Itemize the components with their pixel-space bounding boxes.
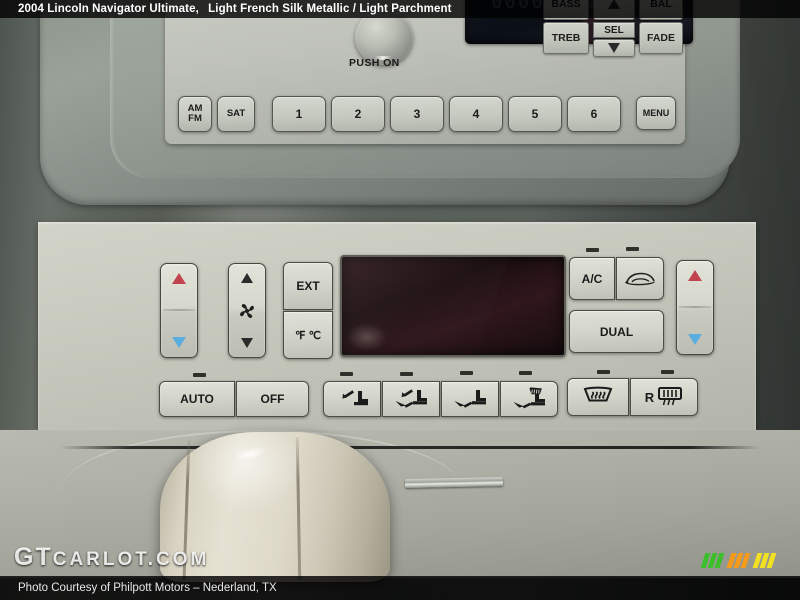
preset-5-button[interactable]: 5 — [508, 96, 562, 132]
recirculation-button[interactable] — [616, 257, 664, 300]
preset-2-button[interactable]: 2 — [331, 96, 385, 132]
preset-4-label: 4 — [472, 107, 480, 121]
mode-floor-defrost-indicator-led — [519, 371, 532, 375]
fm-label: FM — [188, 113, 202, 124]
vent-floor-icon — [454, 390, 486, 408]
sat-label: SAT — [226, 108, 246, 119]
preset-2-label: 2 — [354, 107, 362, 121]
radio-preset-row: AM FM SAT 1 2 3 4 5 6 MENU — [178, 96, 676, 132]
temperature-up-arrow-icon — [172, 273, 186, 284]
mode-face-button[interactable] — [323, 381, 381, 417]
color-bar-group-yellow — [752, 553, 777, 568]
triangle-down-icon — [608, 43, 620, 53]
ext-button-label: EXT — [296, 279, 320, 293]
photo-credit-text: Photo Courtesy of Philpott Motors – Nede… — [18, 582, 277, 594]
console-seam — [60, 446, 760, 449]
treble-button-label: TREB — [551, 32, 581, 44]
rocker-divider — [679, 305, 711, 308]
satellite-button[interactable]: SAT — [217, 96, 255, 132]
ac-button-label: A/C — [581, 271, 603, 286]
temperature-units-button[interactable]: ℉ ℃ — [283, 311, 333, 359]
fan-icon — [240, 303, 254, 318]
recirc-indicator-led — [626, 247, 639, 251]
am-fm-button[interactable]: AM FM — [178, 96, 212, 132]
mode-bilevel-button[interactable] — [382, 381, 440, 417]
rear-defrost-icon — [658, 387, 683, 406]
off-button[interactable]: OFF — [236, 381, 309, 417]
vehicle-model-title: 2004 Lincoln Navigator Ultimate, — [18, 3, 199, 15]
units-button-label: ℉ ℃ — [295, 329, 321, 342]
color-calibration-bars — [700, 553, 777, 568]
preset-5-label: 5 — [531, 107, 539, 121]
mode-bilevel-indicator-led — [400, 372, 413, 376]
vent-floor-defrost-icon — [513, 387, 545, 409]
preset-3-label: 3 — [413, 107, 421, 121]
mode-face-indicator-led — [340, 372, 353, 376]
preset-4-button[interactable]: 4 — [449, 96, 503, 132]
fade-button[interactable]: FADE — [639, 22, 683, 54]
vent-bilevel-icon — [395, 389, 427, 408]
climate-display-reflection — [347, 323, 387, 351]
preset-6-button[interactable]: 6 — [567, 96, 621, 132]
dual-zone-button[interactable]: DUAL — [569, 310, 664, 353]
vent-face-icon — [342, 390, 368, 406]
mode-floor-button[interactable] — [441, 381, 499, 417]
climate-display — [340, 255, 566, 357]
preset-3-button[interactable]: 3 — [390, 96, 444, 132]
watermark-primary: GT — [14, 543, 53, 571]
passenger-temperature-rocker[interactable] — [676, 260, 714, 355]
rear-defrost-button[interactable]: R — [630, 378, 698, 416]
gtcarlot-watermark: GTCARLOT.COM — [14, 543, 209, 572]
temperature-down-arrow-icon — [172, 337, 186, 348]
fan-speed-rocker[interactable] — [228, 263, 266, 358]
rear-defrost-indicator-led — [661, 370, 674, 374]
fade-button-label: FADE — [646, 32, 675, 44]
front-defrost-indicator-led — [597, 370, 610, 374]
rear-defrost-label: R — [644, 389, 655, 405]
rocker-divider — [163, 308, 195, 311]
ac-button[interactable]: A/C — [569, 257, 615, 300]
vehicle-color-title: Light French Silk Metallic / Light Parch… — [208, 3, 452, 15]
auto-button-label: AUTO — [180, 392, 214, 406]
recirculation-icon — [624, 272, 655, 285]
off-button-label: OFF — [260, 392, 285, 406]
windshield-defrost-icon — [583, 386, 613, 402]
color-bar-group-green — [700, 553, 725, 568]
watermark-secondary: CARLOT.COM — [52, 549, 210, 570]
photo-credit-bar: Photo Courtesy of Philpott Motors – Nede… — [0, 576, 800, 600]
select-button-label: SEL — [604, 24, 624, 36]
dual-button-label: DUAL — [599, 324, 634, 339]
title-bar: 2004 Lincoln Navigator Ultimate, Light F… — [0, 0, 800, 18]
dashboard-photo: PUSH ON ד0ּ0 000000 BASS TREB SEL — [0, 0, 800, 600]
temperature-down-arrow-icon — [688, 334, 702, 345]
mode-floor-defrost-button[interactable] — [500, 381, 558, 417]
select-label: SEL — [593, 22, 635, 38]
push-on-label: PUSH ON — [349, 57, 400, 69]
color-bar-group-orange — [726, 553, 751, 568]
driver-temperature-rocker[interactable] — [160, 263, 198, 358]
menu-button-label: MENU — [642, 108, 670, 118]
preset-6-label: 6 — [590, 107, 598, 121]
auto-indicator-led — [193, 373, 206, 377]
menu-button[interactable]: MENU — [636, 96, 676, 130]
treble-button[interactable]: TREB — [543, 22, 589, 54]
ac-indicator-led — [586, 248, 599, 252]
mode-floor-indicator-led — [460, 371, 473, 375]
preset-1-button[interactable]: 1 — [272, 96, 326, 132]
exterior-temp-button[interactable]: EXT — [283, 262, 333, 310]
triangle-up-icon — [241, 273, 253, 283]
preset-1-label: 1 — [295, 107, 303, 121]
auto-button[interactable]: AUTO — [159, 381, 235, 417]
temperature-up-arrow-icon — [688, 270, 702, 281]
select-down-button[interactable] — [593, 39, 635, 57]
front-defrost-button[interactable] — [567, 378, 629, 416]
triangle-down-icon — [241, 338, 253, 348]
